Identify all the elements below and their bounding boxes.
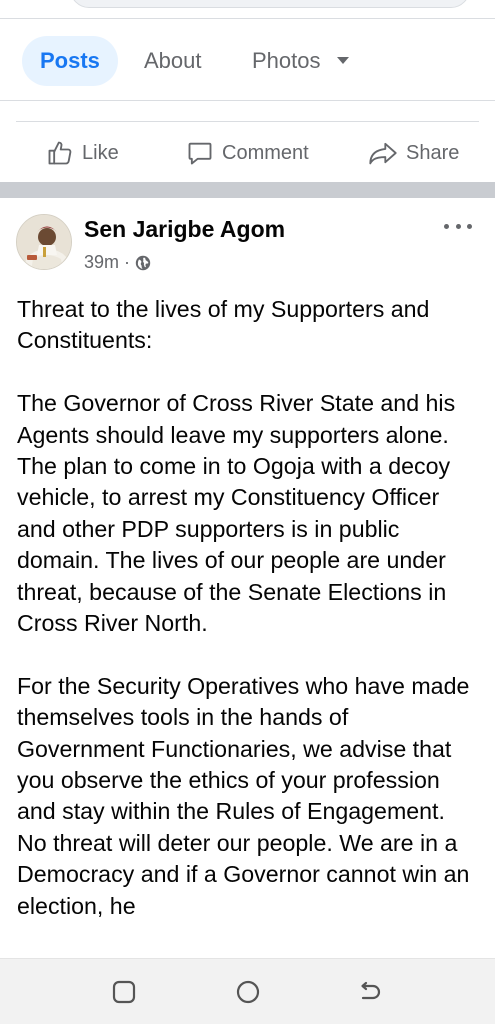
search-pill[interactable] bbox=[70, 0, 470, 8]
share-label: Share bbox=[406, 141, 460, 164]
post-paragraph: Threat to the lives of my Supporters and… bbox=[17, 296, 430, 354]
avatar[interactable] bbox=[16, 214, 72, 270]
divider bbox=[0, 100, 495, 101]
post-action-bar: Like Comment Share bbox=[0, 124, 495, 182]
home-circle-icon bbox=[236, 980, 260, 1004]
share-button[interactable]: Share bbox=[368, 136, 459, 170]
post-paragraph: The Governor of Cross River State and hi… bbox=[17, 390, 456, 637]
more-dot-icon bbox=[444, 223, 449, 229]
meta-separator-dot: · bbox=[124, 252, 131, 272]
profile-photo-icon bbox=[17, 215, 71, 269]
recent-apps-icon bbox=[112, 980, 136, 1004]
comment-label: Comment bbox=[222, 141, 309, 164]
caret-down-icon bbox=[336, 56, 349, 64]
more-options-button[interactable] bbox=[444, 218, 472, 234]
tab-about-label: About bbox=[144, 48, 202, 73]
tab-posts[interactable]: Posts bbox=[22, 36, 118, 86]
tab-about[interactable]: About bbox=[144, 36, 202, 86]
post-author-name[interactable]: Sen Jarigbe Agom bbox=[84, 216, 285, 243]
tab-photos-label: Photos bbox=[252, 48, 321, 73]
back-button[interactable] bbox=[357, 979, 383, 1005]
comment-button[interactable]: Comment bbox=[186, 136, 309, 170]
recent-apps-button[interactable] bbox=[111, 979, 137, 1005]
tab-photos[interactable]: Photos bbox=[252, 36, 349, 86]
back-arrow-icon bbox=[361, 981, 381, 1000]
feed-separator bbox=[0, 182, 495, 198]
globe-icon bbox=[135, 255, 151, 270]
post-meta: 39m · bbox=[84, 252, 151, 273]
comment-bubble-icon bbox=[188, 142, 212, 165]
android-navigation-bar bbox=[0, 958, 495, 1024]
share-arrow-icon bbox=[369, 142, 397, 165]
post-header: Sen Jarigbe Agom 39m · bbox=[0, 198, 495, 288]
like-label: Like bbox=[82, 141, 119, 164]
divider bbox=[0, 18, 495, 19]
facebook-page-view: Posts About Photos Like Comment Share Se… bbox=[0, 0, 495, 1024]
like-button[interactable]: Like bbox=[46, 136, 119, 170]
search-bar-remnant bbox=[0, 0, 495, 20]
post-time[interactable]: 39m bbox=[84, 252, 119, 273]
divider bbox=[16, 121, 479, 122]
profile-tabs: Posts About Photos bbox=[0, 32, 495, 88]
home-button[interactable] bbox=[235, 979, 261, 1005]
tab-posts-label: Posts bbox=[40, 48, 100, 73]
post-paragraph: For the Security Operatives who have mad… bbox=[17, 672, 470, 919]
more-dot-icon bbox=[455, 223, 461, 229]
thumbs-up-icon bbox=[48, 141, 72, 165]
more-dot-icon bbox=[467, 223, 472, 229]
post-body: Threat to the lives of my Supporters and… bbox=[17, 294, 479, 953]
